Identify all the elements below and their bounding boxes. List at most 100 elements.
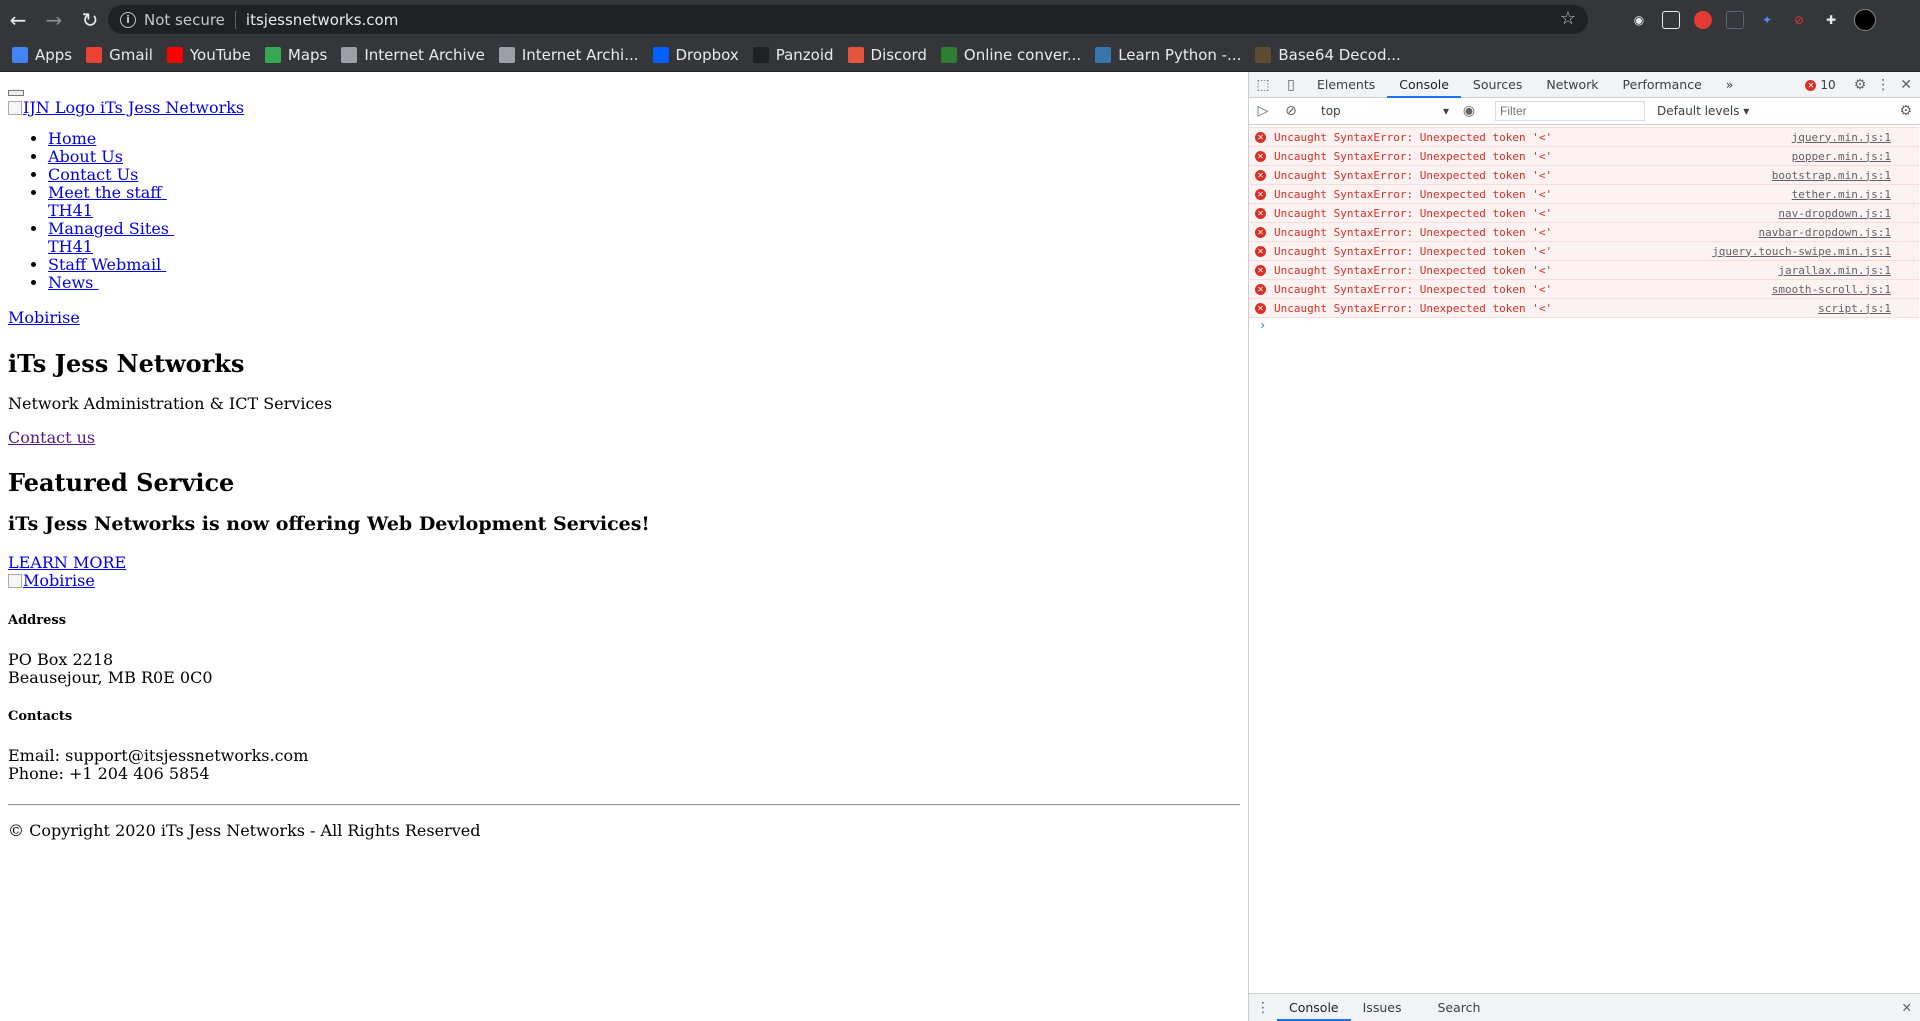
url-text[interactable]: itsjessnetworks.com: [246, 11, 398, 29]
bookmark-gmail[interactable]: Gmail: [86, 46, 153, 64]
bookmark-apps-grid[interactable]: Apps: [12, 46, 72, 64]
puzzle-icon[interactable]: ✚: [1822, 11, 1840, 29]
bookmark-discord[interactable]: Discord: [847, 46, 927, 64]
menu-link-staff[interactable]: Meet the staff TH41: [48, 183, 167, 220]
contact-us-link[interactable]: Contact us: [8, 428, 95, 447]
more-tabs-icon[interactable]: »: [1714, 72, 1746, 98]
drawer-menu-icon[interactable]: ⋮: [1249, 995, 1277, 1021]
adblock-icon[interactable]: ⊘: [1790, 11, 1808, 29]
console-settings-gear-icon[interactable]: ⚙: [1899, 103, 1912, 119]
bookmark-panzoid[interactable]: Panzoid: [752, 46, 834, 64]
error-source-link[interactable]: jarallax.min.js:1: [1778, 264, 1891, 277]
mobirise-link[interactable]: Mobirise: [8, 308, 80, 327]
navbar-toggle-button[interactable]: [8, 90, 24, 96]
live-expression-eye-icon[interactable]: ◉: [1455, 98, 1483, 124]
inspect-element-icon[interactable]: ⬚: [1249, 72, 1277, 98]
error-source-link[interactable]: nav-dropdown.js:1: [1778, 207, 1891, 220]
console-error-row[interactable]: ✕ Uncaught SyntaxError: Unexpected token …: [1249, 241, 1919, 260]
bookmark-maps-pin[interactable]: Maps: [264, 46, 328, 64]
bookmark-converter[interactable]: Online conver...: [940, 46, 1081, 64]
extension-window-icon[interactable]: [1662, 10, 1680, 29]
learn-more-link[interactable]: LEARN MORE: [8, 553, 126, 572]
menu-news-label: News: [48, 273, 94, 292]
menu-item-contact: Contact Us: [48, 166, 174, 184]
error-counter[interactable]: ✕ 10: [1805, 78, 1836, 92]
extension-box-icon[interactable]: [1726, 10, 1744, 29]
bookmark-base64[interactable]: Base64 Decod...: [1255, 46, 1401, 64]
device-toggle-icon[interactable]: ▯: [1277, 72, 1305, 98]
menu-link-managed[interactable]: Managed Sites TH41: [48, 219, 174, 256]
logo-alt: IJN Logo: [23, 98, 95, 117]
console-error-row[interactable]: ✕ Uncaught SyntaxError: Unexpected token …: [1249, 260, 1919, 279]
error-source-link[interactable]: smooth-scroll.js:1: [1772, 283, 1891, 296]
error-icon: ✕: [1255, 150, 1266, 162]
address-bar[interactable]: i Not secure itsjessnetworks.com ☆: [108, 5, 1588, 34]
info-icon[interactable]: i: [120, 11, 136, 28]
hero-title: iTs Jess Networks: [8, 349, 245, 378]
menu-managed-sub: TH41: [48, 237, 93, 256]
error-source-link[interactable]: navbar-dropdown.js:1: [1759, 226, 1891, 239]
bookmark-python[interactable]: Learn Python -...: [1095, 46, 1241, 64]
devtools-drawer: ⋮ Console Issues Search ✕: [1249, 993, 1920, 1021]
menu-link-home[interactable]: Home: [48, 129, 96, 148]
kebab-menu-icon[interactable]: ⋮: [1876, 77, 1890, 93]
bookmark-youtube[interactable]: YouTube: [166, 46, 251, 64]
menu-link-webmail[interactable]: Staff Webmail: [48, 255, 166, 274]
console-filter-input[interactable]: [1495, 101, 1645, 121]
error-source-link[interactable]: jquery.touch-swipe.min.js:1: [1712, 245, 1891, 258]
error-icon: ✕: [1255, 302, 1266, 314]
settings-gear-icon[interactable]: ⚙: [1854, 77, 1867, 93]
menu-link-contact[interactable]: Contact Us: [48, 165, 138, 184]
bookmark-archive[interactable]: Internet Archi...: [498, 46, 639, 64]
forward-button[interactable]: →: [36, 0, 72, 39]
close-devtools-icon[interactable]: ✕: [1900, 77, 1912, 93]
error-source-link[interactable]: tether.min.js:1: [1792, 188, 1891, 201]
console-error-row[interactable]: ✕ Uncaught SyntaxError: Unexpected token …: [1249, 298, 1919, 317]
menu-link-news[interactable]: News: [48, 273, 98, 292]
bookmark-star-icon[interactable]: ☆: [1560, 8, 1576, 29]
drawer-tab-search[interactable]: Search: [1425, 995, 1492, 1021]
error-source-link[interactable]: popper.min.js:1: [1792, 150, 1891, 163]
address-line-2: Beausejour, MB R0E 0C0: [8, 668, 213, 687]
error-source-link[interactable]: script.js:1: [1818, 302, 1891, 315]
error-message: Uncaught SyntaxError: Unexpected token '…: [1274, 225, 1553, 239]
bookmark-label: Maps: [287, 46, 328, 64]
console-error-row[interactable]: ✕ Uncaught SyntaxError: Unexpected token …: [1249, 127, 1919, 146]
sidebar-toggle-icon[interactable]: ▷: [1249, 98, 1277, 124]
drawer-tab-issues[interactable]: Issues: [1351, 995, 1414, 1021]
console-error-row[interactable]: ✕ Uncaught SyntaxError: Unexpected token …: [1249, 146, 1919, 165]
broken-image-icon: [8, 574, 22, 588]
log-levels-dropdown[interactable]: Default levels ▾: [1657, 104, 1749, 118]
context-selector[interactable]: top ▾: [1315, 101, 1455, 121]
console-error-row[interactable]: ✕ Uncaught SyntaxError: Unexpected token …: [1249, 279, 1919, 298]
close-drawer-icon[interactable]: ✕: [1902, 1000, 1912, 1015]
error-message: Uncaught SyntaxError: Unexpected token '…: [1274, 301, 1553, 315]
camera-icon[interactable]: ◉: [1630, 11, 1648, 29]
logo-link[interactable]: IJN Logo iTs Jess Networks: [8, 98, 244, 117]
console-error-row[interactable]: ✕ Uncaught SyntaxError: Unexpected token …: [1249, 203, 1919, 222]
console-error-row[interactable]: ✕ Uncaught SyntaxError: Unexpected token …: [1249, 184, 1919, 203]
tab-console[interactable]: Console: [1387, 72, 1461, 98]
tab-network[interactable]: Network: [1534, 72, 1610, 98]
tab-elements[interactable]: Elements: [1305, 72, 1387, 98]
mobirise-image-link[interactable]: Mobirise: [8, 571, 95, 590]
bookmark-dropbox[interactable]: Dropbox: [652, 46, 739, 64]
tab-performance[interactable]: Performance: [1611, 72, 1714, 98]
extension-red-icon[interactable]: [1694, 10, 1712, 29]
tab-sources[interactable]: Sources: [1461, 72, 1534, 98]
menu-link-about[interactable]: About Us: [48, 147, 123, 166]
clear-console-icon[interactable]: ⊘: [1277, 98, 1305, 124]
profile-avatar[interactable]: [1854, 8, 1876, 31]
menu-staff-label: Meet the staff: [48, 183, 162, 202]
back-button[interactable]: ←: [0, 0, 36, 39]
error-source-link[interactable]: jquery.min.js:1: [1792, 131, 1891, 144]
extension-blue-icon[interactable]: ✦: [1758, 11, 1776, 29]
maps-pin-icon: [264, 47, 281, 63]
reload-button[interactable]: ↻: [72, 0, 108, 39]
error-source-link[interactable]: bootstrap.min.js:1: [1772, 169, 1891, 182]
drawer-tab-console[interactable]: Console: [1277, 995, 1351, 1021]
console-prompt[interactable]: ›: [1249, 317, 1919, 336]
console-error-row[interactable]: ✕ Uncaught SyntaxError: Unexpected token …: [1249, 165, 1919, 184]
bookmark-archive[interactable]: Internet Archive: [341, 46, 485, 64]
console-error-row[interactable]: ✕ Uncaught SyntaxError: Unexpected token …: [1249, 222, 1919, 241]
